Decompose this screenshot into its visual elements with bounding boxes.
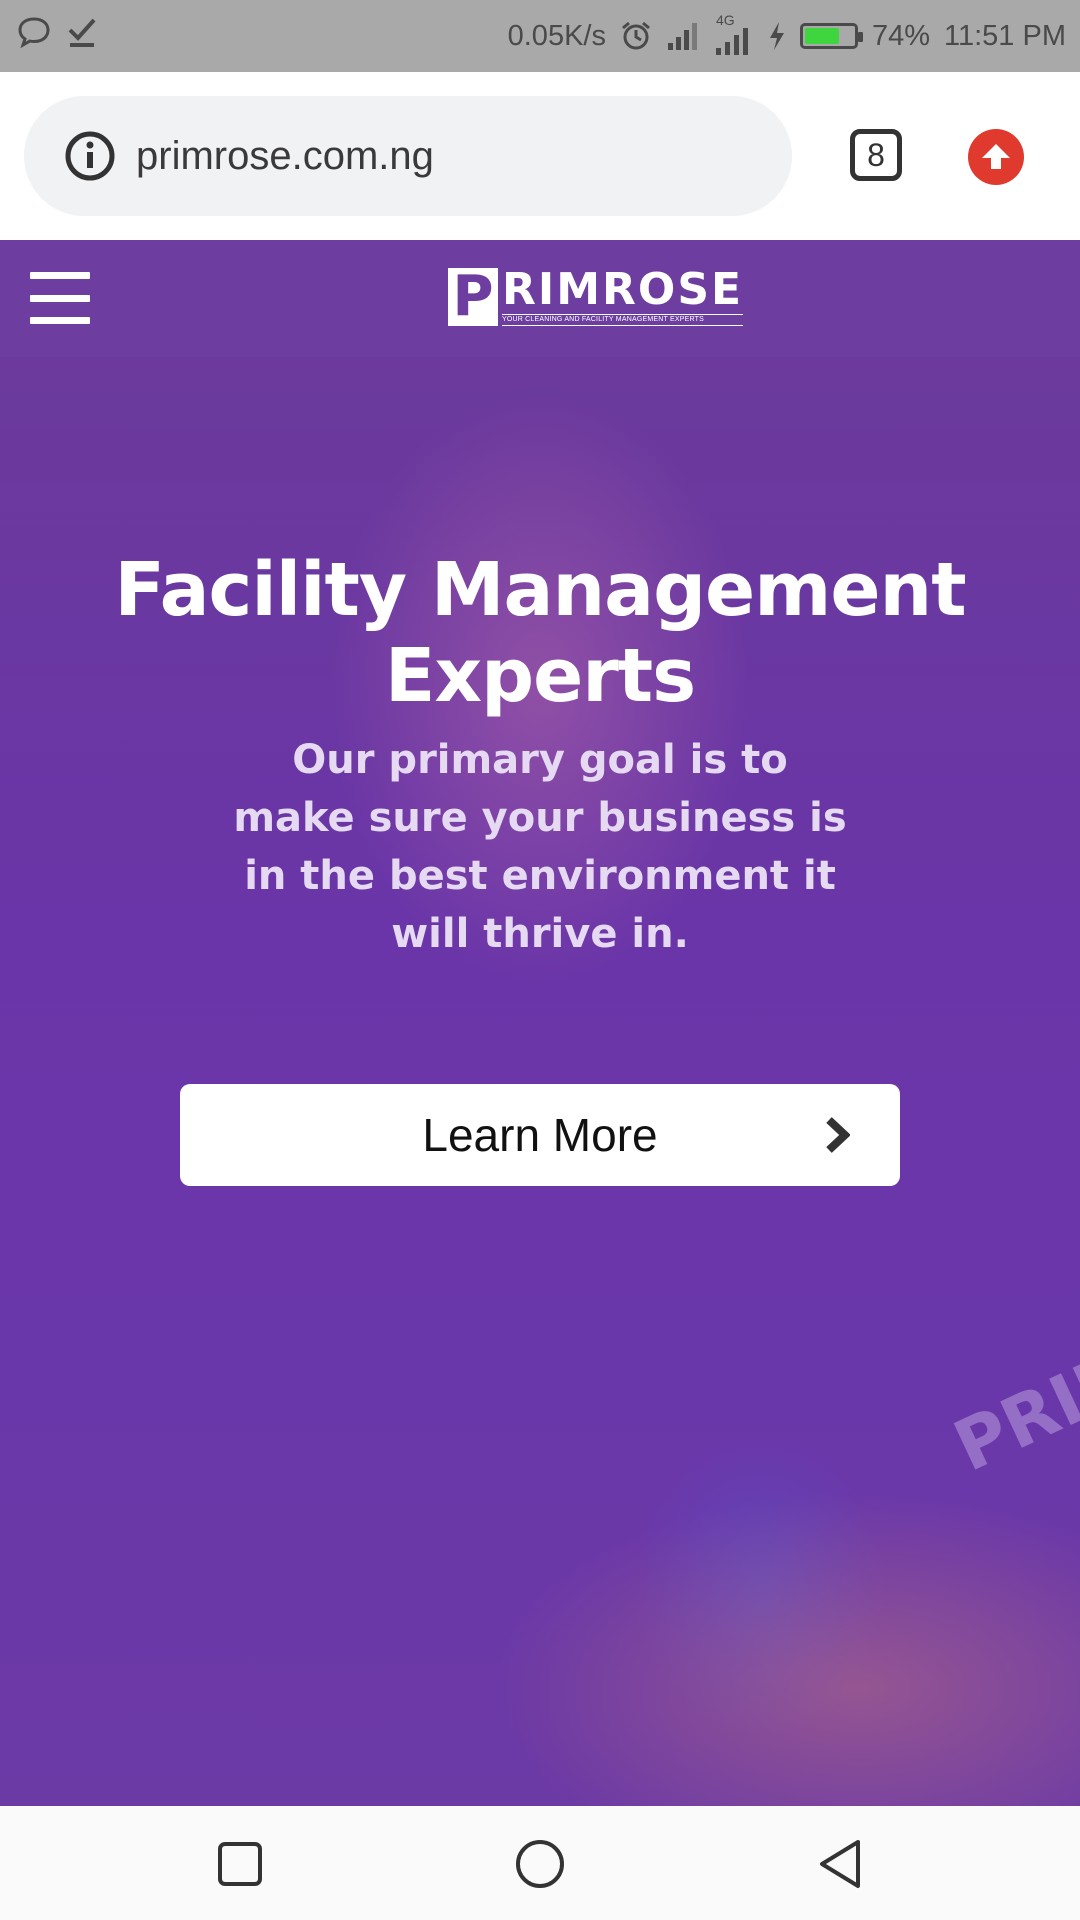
logo-letter: P: [448, 268, 498, 326]
logo-word: RIMROSE: [502, 264, 744, 315]
status-bar: 0.05K/s 4G 74% 11:51 PM: [0, 0, 1080, 72]
recent-apps-icon[interactable]: [212, 1836, 268, 1892]
clock: 11:51 PM: [944, 19, 1066, 52]
url-text[interactable]: primrose.com.ng: [136, 134, 434, 179]
tab-count: 8: [867, 136, 885, 173]
system-nav-bar: [0, 1806, 1080, 1920]
browser-toolbar: primrose.com.ng 8: [0, 72, 1080, 240]
hero-title: Facility Management Experts: [114, 547, 966, 719]
hero-subtitle: Our primary goal is to make sure your bu…: [233, 737, 847, 957]
learn-more-button[interactable]: Learn More: [180, 1084, 900, 1186]
shirt-print-text: PRIM: [942, 1328, 1080, 1488]
chevron-right-icon: [826, 1117, 850, 1153]
hero-section: PRIM Facility Management Experts Our pri…: [0, 357, 1080, 1806]
arrow-up-icon: [982, 144, 1010, 169]
battery-fill: [804, 28, 840, 44]
learn-more-label: Learn More: [422, 1109, 658, 1161]
charging-icon: [769, 22, 784, 50]
home-icon[interactable]: [512, 1836, 568, 1892]
download-done-icon: [68, 18, 96, 47]
site-header: P RIMROSE YOUR CLEANING AND FACILITY MAN…: [0, 240, 1080, 357]
chat-bubble-icon: [18, 17, 50, 49]
primrose-logo[interactable]: P RIMROSE YOUR CLEANING AND FACILITY MAN…: [448, 264, 744, 328]
signal-4g-icon: 4G: [714, 12, 754, 56]
tabs-icon[interactable]: 8: [850, 129, 902, 181]
net-speed: 0.05K/s: [507, 19, 606, 52]
update-arrow-icon[interactable]: [968, 129, 1024, 185]
back-icon[interactable]: [812, 1836, 868, 1892]
info-icon[interactable]: [64, 130, 116, 182]
hamburger-menu-icon[interactable]: [30, 272, 90, 324]
battery-icon: [799, 23, 863, 49]
address-bar[interactable]: primrose.com.ng: [24, 96, 792, 216]
signal-icon: [667, 23, 697, 50]
battery-percent: 74%: [871, 19, 931, 52]
logo-tagline: YOUR CLEANING AND FACILITY MANAGEMENT EX…: [502, 314, 744, 326]
alarm-icon: [622, 21, 650, 50]
